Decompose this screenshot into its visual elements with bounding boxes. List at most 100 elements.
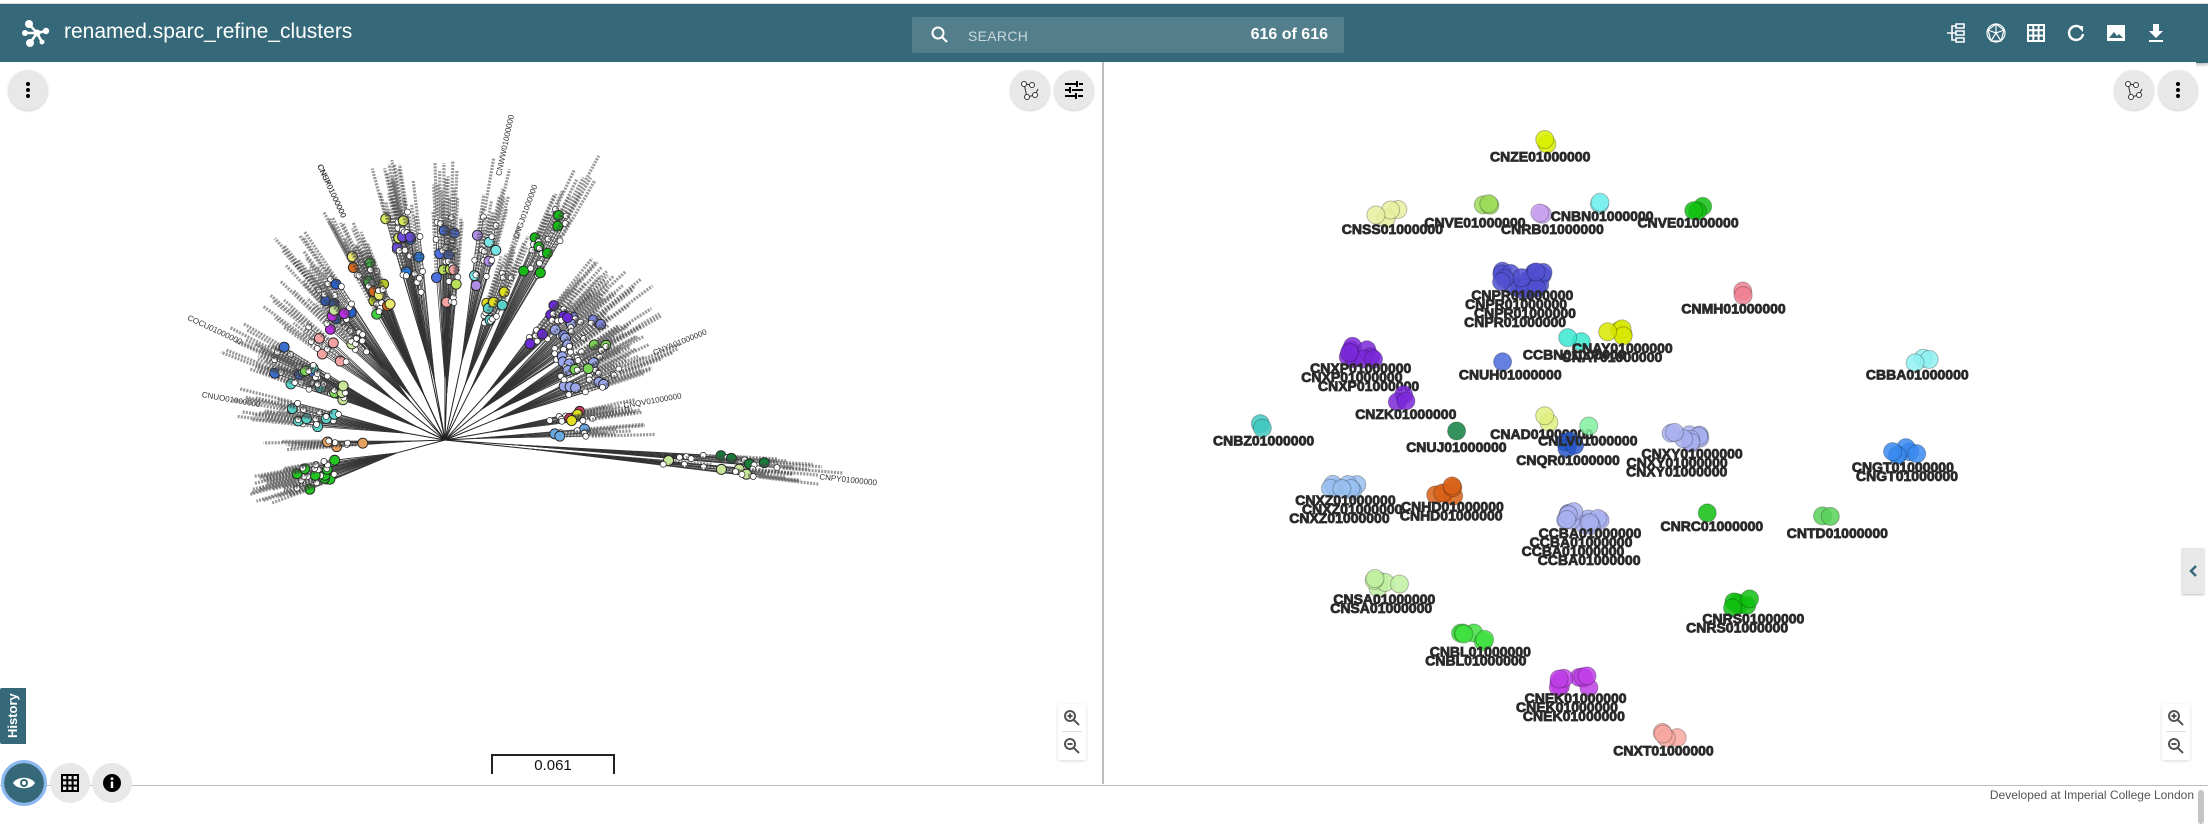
tree-leaf-node[interactable] <box>416 233 424 240</box>
network-cluster[interactable]: CNPR01000000CNPR01000000CNPR01000000CNPR… <box>1464 261 1577 331</box>
tree-leaf-node[interactable] <box>558 417 566 425</box>
table-view-button[interactable] <box>2024 21 2048 45</box>
tree-leaf-node[interactable] <box>450 299 458 306</box>
network-graph[interactable]: CNZE01000000CNSS01000000CNVE01000000CNRB… <box>1104 62 2194 782</box>
tree-leaf-node[interactable] <box>738 471 746 478</box>
tree-leaf-node[interactable] <box>335 411 342 418</box>
tree-leaf-node[interactable] <box>313 421 320 428</box>
tree-leaf-node[interactable] <box>524 338 536 350</box>
tree-menu-button[interactable] <box>8 70 48 110</box>
network-cluster[interactable]: CNVE01000000 <box>1637 196 1739 231</box>
network-cluster[interactable]: CNSA01000000CNSA01000000 <box>1330 569 1436 616</box>
network-view-button[interactable] <box>1984 21 2008 45</box>
tree-zoom-in-button[interactable] <box>1058 704 1086 732</box>
tree-leaf-node[interactable] <box>732 468 739 475</box>
network-cluster[interactable]: CNMH01000000 <box>1681 281 1786 317</box>
tree-leaf-node[interactable] <box>337 380 349 392</box>
layout-grid-button[interactable] <box>50 763 90 803</box>
tree-leaf-node[interactable] <box>676 453 683 461</box>
tree-leaf-node[interactable] <box>659 460 667 468</box>
tree-leaf-node[interactable] <box>401 246 409 254</box>
tree-controls-button[interactable] <box>1054 70 1094 110</box>
tree-leaf-node[interactable] <box>322 413 330 420</box>
network-zoom-in-button[interactable] <box>2162 704 2190 732</box>
tree-leaf-node[interactable] <box>582 432 590 440</box>
network-cluster[interactable]: CNBL01000000CNBL01000000 <box>1425 623 1532 669</box>
network-menu-button[interactable] <box>2158 70 2198 110</box>
tree-leaf-node[interactable] <box>493 313 500 320</box>
search-input[interactable]: SEARCH <box>968 28 1028 44</box>
network-node[interactable] <box>1535 130 1555 150</box>
network-node[interactable] <box>1653 724 1673 744</box>
tree-leaf-node[interactable] <box>560 376 568 384</box>
tree-leaf-node[interactable] <box>325 437 333 445</box>
tree-leaf-node[interactable] <box>715 463 727 475</box>
network-node[interactable] <box>1447 421 1467 441</box>
download-button[interactable] <box>2144 21 2168 45</box>
tree-leaf-node[interactable] <box>749 473 757 480</box>
tree-leaf-node[interactable] <box>358 337 366 345</box>
network-cluster[interactable]: CBBA01000000 <box>1866 348 1969 383</box>
tree-leaf-node[interactable] <box>496 299 508 311</box>
tree-leaf-node[interactable] <box>565 391 573 398</box>
tree-leaf-node[interactable] <box>687 455 695 463</box>
export-image-button[interactable] <box>2104 21 2128 45</box>
network-node[interactable] <box>1479 194 1499 214</box>
network-node[interactable] <box>1740 589 1760 609</box>
network-cluster[interactable]: CNTD01000000 <box>1786 506 1889 541</box>
tree-leaf-node[interactable] <box>357 437 369 449</box>
tree-leaf-node[interactable] <box>470 280 482 291</box>
tree-leaf-node[interactable] <box>338 283 345 290</box>
tree-leaf-node[interactable] <box>329 454 341 466</box>
tree-leaf-node[interactable] <box>348 300 355 308</box>
network-node[interactable] <box>1442 476 1462 496</box>
tree-zoom-out-button[interactable] <box>1058 732 1086 760</box>
info-button[interactable] <box>92 763 132 803</box>
network-cluster[interactable]: CNXP01000000CNXP01000000CNXP01000000 <box>1301 336 1420 394</box>
network-node[interactable] <box>1577 666 1597 686</box>
network-cluster[interactable]: CNAY01000000CNAY01000000 <box>1561 319 1673 365</box>
network-cluster[interactable]: CCBA01000000CCBA01000000CCBA01000000CCBA… <box>1521 502 1642 568</box>
tree-leaf-node[interactable] <box>561 312 573 324</box>
tree-leaf-node[interactable] <box>518 265 530 277</box>
tree-leaf-node[interactable] <box>554 430 566 442</box>
tree-leaf-node[interactable] <box>416 274 423 282</box>
tree-leaf-node[interactable] <box>567 348 574 356</box>
network-node[interactable] <box>1535 406 1555 426</box>
tree-leaf-node[interactable] <box>527 264 535 272</box>
network-cluster[interactable]: CNRS01000000CNRS01000000 <box>1686 589 1805 636</box>
tree-leaf-node[interactable] <box>574 357 582 364</box>
network-cluster[interactable]: CNHD01000000CNHD01000000 <box>1399 476 1504 524</box>
network-zoom-out-button[interactable] <box>2162 732 2190 760</box>
tree-leaf-node[interactable] <box>551 350 559 358</box>
tree-layout-button[interactable] <box>1010 70 1050 110</box>
tree-leaf-node[interactable] <box>566 415 578 427</box>
side-panel-toggle[interactable] <box>2182 548 2204 594</box>
tree-leaf-node[interactable] <box>490 244 502 256</box>
network-cluster[interactable]: CNRC01000000 <box>1660 503 1764 535</box>
phylogenetic-tree[interactable]: COCU01000000CNUP01000000CNWW01000000CNYA… <box>0 62 1100 782</box>
network-node[interactable] <box>1664 422 1684 442</box>
network-cluster[interactable]: CNXZ01000000CNXZ01000000CNXZ01000000 <box>1289 474 1403 526</box>
network-cluster[interactable]: CNGT01000000CNGT01000000 <box>1852 438 1959 484</box>
tree-leaf-node[interactable] <box>450 278 462 290</box>
network-cluster[interactable]: CNXY01000000CNXY01000000CNXY01000000 <box>1626 422 1743 480</box>
tree-leaf-node[interactable] <box>323 372 331 380</box>
network-node[interactable] <box>1820 506 1840 526</box>
tree-leaf-node[interactable] <box>454 273 462 281</box>
tree-leaf-node[interactable] <box>579 417 587 424</box>
tree-leaf-node[interactable] <box>294 399 301 407</box>
network-layout-button[interactable] <box>2114 70 2154 110</box>
tree-leaf-node[interactable] <box>384 298 396 310</box>
view-mode-button[interactable] <box>1 760 47 806</box>
tree-leaf-node[interactable] <box>599 383 606 391</box>
tree-leaf-node[interactable] <box>483 273 490 280</box>
tree-leaf-node[interactable] <box>582 388 589 396</box>
tree-leaf-node[interactable] <box>363 348 370 356</box>
tree-leaf-node[interactable] <box>359 331 366 338</box>
tree-leaf-node[interactable] <box>344 439 351 447</box>
tree-leaf-node[interactable] <box>327 337 339 349</box>
tree-leaf-node[interactable] <box>403 272 410 280</box>
network-cluster[interactable]: CNEK01000000CNEK01000000CNEK01000000 <box>1516 666 1627 724</box>
tree-leaf-node[interactable] <box>488 256 496 264</box>
